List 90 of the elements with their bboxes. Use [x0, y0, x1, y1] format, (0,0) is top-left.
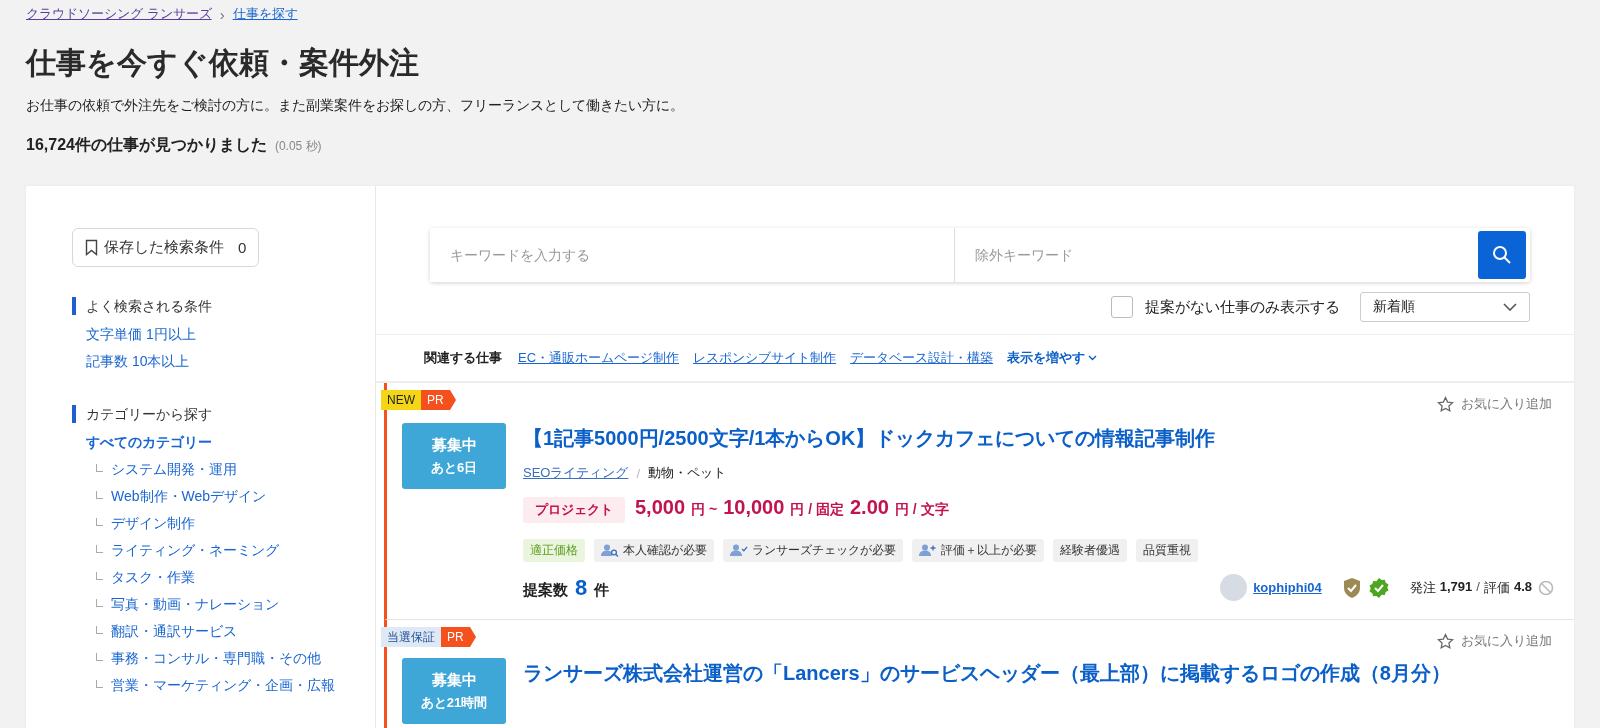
requirement-tag: ランサーズチェックが必要	[723, 539, 903, 562]
job-flag: NEW	[381, 390, 421, 410]
bookmark-icon	[85, 239, 98, 256]
tree-branch-icon	[96, 463, 103, 472]
related-link[interactable]: レスポンシブサイト制作	[693, 349, 837, 367]
tree-branch-icon	[96, 571, 103, 580]
tree-branch-icon	[96, 598, 103, 607]
category-link[interactable]: Web制作・Webデザイン	[103, 483, 267, 510]
requirement-tag: 経験者優遇	[1053, 539, 1127, 562]
tree-branch-icon	[96, 652, 103, 661]
category-link[interactable]: ライティング・ネーミング	[103, 537, 279, 564]
category-link[interactable]: システム開発・運用	[103, 456, 237, 483]
job-flag: 当選保証	[381, 627, 441, 647]
job-type-badge: プロジェクト	[523, 497, 625, 523]
keyword-field[interactable]: キーワードを入力する	[430, 228, 955, 282]
show-more-link[interactable]: 表示を増やす	[1007, 349, 1098, 367]
category-link[interactable]: 翻訳・通訳サービス	[103, 618, 237, 645]
page-title: 仕事を今すぐ依頼・案件外注	[26, 45, 420, 81]
sort-dropdown[interactable]: 新着順	[1360, 292, 1530, 322]
block-icon[interactable]	[1538, 579, 1554, 596]
checkbox[interactable]	[1111, 296, 1133, 318]
saved-search-button[interactable]: 保存した検索条件 0	[72, 228, 260, 267]
section-heading: よく検索される条件	[72, 297, 212, 315]
price-unit: 円 ~	[691, 501, 718, 519]
requirement-tag: 本人確認が必要	[594, 539, 714, 562]
tree-branch-icon	[96, 490, 103, 499]
star-icon	[1437, 632, 1454, 650]
tree-branch-icon	[96, 544, 103, 553]
user-search-icon	[601, 544, 619, 557]
subcategory-text: 動物・ペット	[648, 464, 727, 482]
chevron-down-icon	[1503, 303, 1517, 311]
related-link[interactable]: EC・通販ホームページ制作	[518, 349, 680, 367]
shield-check-icon	[1341, 576, 1362, 599]
price-unit: 円 / 固定	[790, 501, 844, 519]
verified-badge-icon	[1367, 576, 1390, 599]
category-link[interactable]: デザイン制作	[103, 510, 195, 537]
client-name-link[interactable]: kophiphi04	[1253, 580, 1322, 595]
search-button[interactable]	[1478, 231, 1526, 279]
category-link[interactable]: 営業・マーケティング・企画・広報	[103, 672, 335, 699]
section-heading: カテゴリーから探す	[72, 405, 212, 423]
price-amount: 5,000	[635, 496, 686, 519]
category-link[interactable]: すべてのカテゴリー	[72, 429, 212, 456]
condition-link[interactable]: 記事数 10本以上	[72, 348, 190, 375]
user-check-icon	[730, 544, 748, 557]
favorite-link[interactable]: お気に入り追加	[1437, 632, 1552, 650]
star-icon	[1437, 395, 1454, 413]
related-link[interactable]: データベース設計・構築	[850, 349, 994, 367]
orders-label: 発注	[1409, 578, 1436, 597]
rating-label: 評価	[1483, 578, 1510, 597]
checkbox-label: 提案がない仕事のみ表示する	[1145, 297, 1340, 317]
orders-count: 1,791	[1439, 578, 1473, 596]
result-count: 16,724件の仕事が見つかりました	[26, 135, 267, 155]
job-title-link[interactable]: ランサーズ株式会社運営の「Lancers」のサービスヘッダー（最上部）に掲載するロゴの作成（8月分）	[523, 660, 1554, 687]
category-link[interactable]: SEOライティング	[523, 464, 629, 482]
chevron-down-icon	[1088, 355, 1098, 361]
proposal-unit: 件	[594, 580, 610, 600]
tree-branch-icon	[96, 679, 103, 688]
divider-slash: /	[636, 465, 641, 481]
divider-slash: /	[1476, 578, 1480, 596]
flag-tip-icon	[449, 390, 456, 410]
avatar	[1220, 574, 1248, 601]
requirement-tag: 適正価格	[523, 539, 585, 562]
category-link[interactable]: 事務・コンサル・専門職・その他	[103, 645, 321, 672]
rating-value: 4.8	[1513, 578, 1532, 596]
breadcrumb-link[interactable]: クラウドソーシング ランサーズ	[26, 5, 212, 23]
related-label: 関連する仕事	[424, 349, 502, 367]
page-description: お仕事の依頼で外注先をご検討の方に。また副業案件をお探しの方、フリーランスとして働きたい方に。	[26, 97, 685, 115]
tree-branch-icon	[96, 625, 103, 634]
category-link[interactable]: 写真・動画・ナレーション	[103, 591, 279, 618]
price-unit: 円 / 文字	[894, 501, 949, 519]
proposal-label: 提案数	[523, 580, 568, 600]
requirement-tag: 品質重視	[1136, 539, 1198, 562]
tree-branch-icon	[96, 517, 103, 526]
flag-tip-icon	[469, 627, 476, 647]
requirement-tag: 評価＋以上が必要	[912, 539, 1044, 562]
favorite-link[interactable]: お気に入り追加	[1437, 395, 1552, 413]
status-badge: 募集中 あと6日	[402, 423, 506, 489]
breadcrumb-separator: ›	[219, 5, 225, 23]
search-icon	[1492, 245, 1512, 265]
search-time: (0.05 秒)	[274, 138, 322, 155]
exclude-keyword-field[interactable]: 除外キーワード	[954, 228, 1478, 282]
breadcrumb-link[interactable]: 仕事を探す	[232, 5, 298, 23]
category-link[interactable]: タスク・作業	[103, 564, 195, 591]
proposal-count: 8	[575, 574, 588, 601]
user-plus-icon	[919, 544, 937, 557]
status-badge: 募集中 あと21時間	[402, 658, 506, 724]
price-amount: 10,000	[723, 496, 785, 519]
condition-link[interactable]: 文字単価 1円以上	[72, 321, 196, 348]
price-amount: 2.00	[850, 496, 889, 519]
job-title-link[interactable]: 【1記事5000円/2500文字/1本からOK】ドックカフェについての情報記事制作	[523, 425, 1554, 452]
